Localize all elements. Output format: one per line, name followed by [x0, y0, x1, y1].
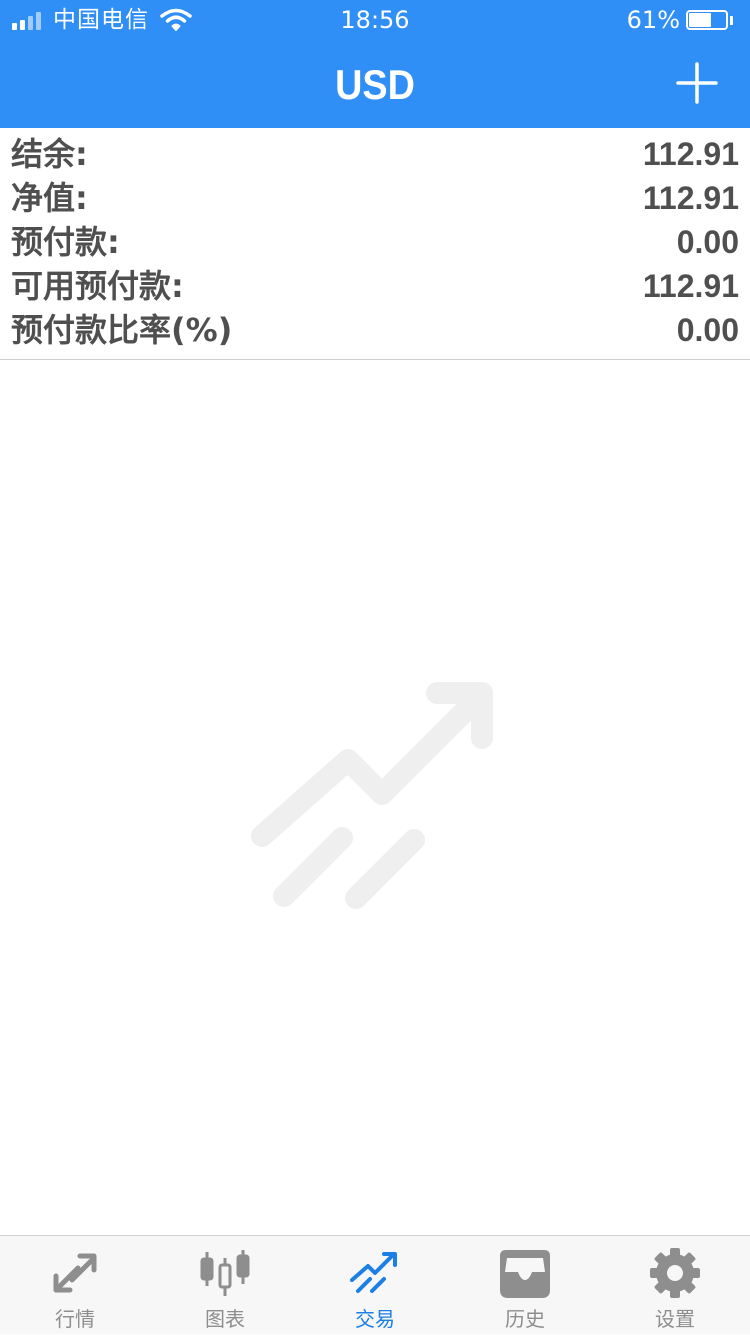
equity-label: 净值:: [11, 179, 88, 217]
margin-level-row: 预付款比率(%) 0.00: [0, 308, 750, 352]
candlestick-chart-icon: [200, 1250, 250, 1296]
balance-row: 结余: 112.91: [0, 132, 750, 176]
tab-label: 交易: [355, 1307, 395, 1331]
account-summary: 结余: 112.91 净值: 112.91 预付款: 0.00 可用预付款: 1…: [0, 128, 750, 360]
app-header: 中国电信 18:56 61% USD: [0, 0, 750, 128]
tab-quotes[interactable]: 行情: [0, 1236, 150, 1335]
history-inbox-icon: [500, 1250, 550, 1298]
add-button[interactable]: [672, 58, 722, 108]
tab-trade[interactable]: 交易: [300, 1236, 450, 1335]
trade-arrow-illustration: [251, 682, 493, 909]
battery-icon: [686, 10, 736, 32]
tab-label: 历史: [505, 1307, 545, 1331]
margin-level-value: 0.00: [676, 312, 739, 348]
quotes-arrows-icon: [53, 1253, 97, 1293]
margin-label: 预付款:: [11, 223, 120, 261]
free-margin-label: 可用预付款:: [11, 267, 184, 305]
tab-label: 行情: [55, 1307, 95, 1331]
margin-row: 预付款: 0.00: [0, 220, 750, 264]
tab-settings[interactable]: 设置: [600, 1236, 750, 1335]
tab-charts[interactable]: 图表: [150, 1236, 300, 1335]
equity-row: 净值: 112.91: [0, 176, 750, 220]
free-margin-row: 可用预付款: 112.91: [0, 264, 750, 308]
balance-value: 112.91: [642, 136, 739, 172]
equity-value: 112.91: [642, 180, 739, 216]
tab-label: 图表: [205, 1307, 245, 1331]
balance-label: 结余:: [11, 135, 88, 173]
trade-arrow-icon: [350, 1252, 397, 1293]
status-bar: 中国电信 18:56 61%: [0, 0, 750, 40]
tab-bar: 行情 图表 交易 历史 设置: [0, 1235, 750, 1334]
gear-icon: [650, 1248, 700, 1298]
margin-value: 0.00: [676, 224, 739, 260]
battery-percentage: 61%: [626, 6, 680, 34]
page-title: USD: [335, 61, 415, 108]
battery-level-fill: [689, 13, 711, 27]
tab-history[interactable]: 历史: [450, 1236, 600, 1335]
margin-level-label: 预付款比率(%): [11, 311, 233, 349]
free-margin-value: 112.91: [642, 268, 739, 304]
tab-label: 设置: [655, 1307, 695, 1331]
